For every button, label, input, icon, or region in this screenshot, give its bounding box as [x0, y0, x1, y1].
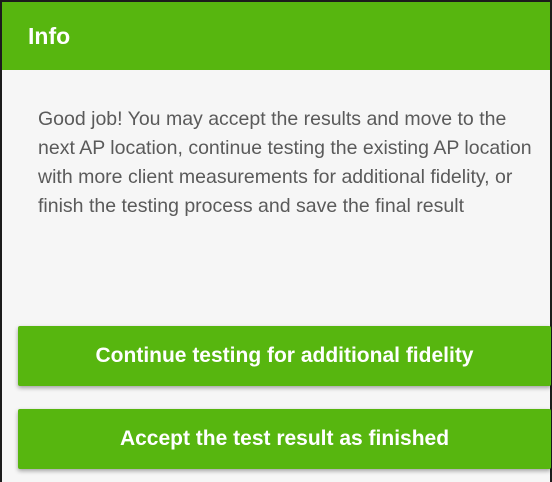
accept-result-button[interactable]: Accept the test result as finished: [18, 409, 551, 469]
dialog-title: Info: [28, 22, 71, 49]
continue-testing-button[interactable]: Continue testing for additional fidelity: [18, 326, 551, 386]
continue-testing-label: Continue testing for additional fidelity: [95, 344, 474, 367]
dialog-message: Good job! You may accept the results and…: [38, 108, 532, 217]
info-dialog: Info Good job! You may accept the result…: [0, 0, 552, 482]
dialog-header: Info: [2, 2, 550, 70]
accept-result-label: Accept the test result as finished: [119, 427, 450, 450]
